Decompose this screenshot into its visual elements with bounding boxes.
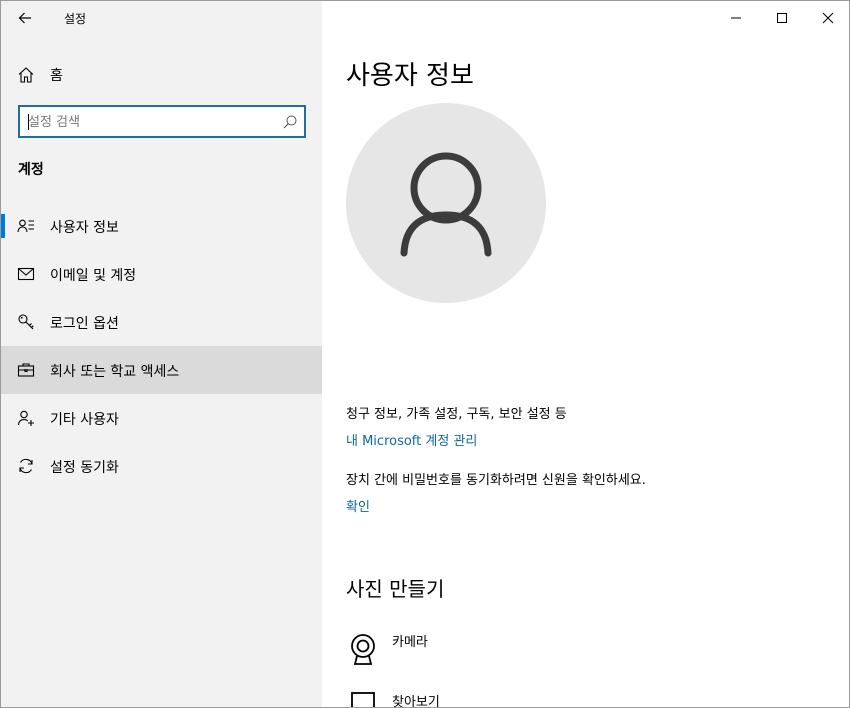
search-box[interactable]: [18, 105, 306, 138]
sidebar-item-label: 로그인 옵션: [50, 316, 119, 332]
camera-option[interactable]: 카메라: [346, 631, 646, 671]
text-caret: [28, 114, 29, 130]
sidebar-item-sign-in-options[interactable]: 로그인 옵션: [1, 298, 322, 346]
sidebar: 설정 홈 계정 사용자: [1, 1, 322, 707]
browse-label: 찾아보기: [392, 695, 440, 708]
titlebar-left: 설정: [1, 1, 322, 35]
sync-icon: [19, 458, 33, 474]
briefcase-icon: [17, 363, 35, 377]
camera-icon: [351, 634, 375, 665]
sidebar-item-user-info[interactable]: 사용자 정보: [1, 202, 322, 250]
minimize-button[interactable]: [713, 1, 759, 35]
sidebar-item-other-users[interactable]: 기타 사용자: [1, 394, 322, 442]
close-icon: [822, 12, 834, 24]
default-user-icon: [400, 152, 492, 257]
sidebar-item-label: 이메일 및 계정: [50, 268, 137, 284]
home-icon: [18, 67, 34, 83]
sidebar-item-work-school-access[interactable]: 회사 또는 학교 액세스: [1, 346, 322, 394]
app-title: 설정: [64, 12, 87, 26]
home-label: 홈: [50, 68, 63, 84]
create-photo-title: 사진 만들기: [346, 577, 445, 601]
window-controls: [713, 1, 849, 35]
home-link[interactable]: 홈: [1, 57, 322, 93]
browse-icon: [351, 692, 375, 707]
verify-link[interactable]: 확인: [346, 496, 370, 515]
sidebar-item-label: 회사 또는 학교 액세스: [50, 364, 180, 380]
section-title: 계정: [18, 162, 44, 178]
camera-label: 카메라: [392, 635, 428, 650]
selection-indicator: [1, 214, 5, 238]
browse-option[interactable]: 찾아보기: [346, 691, 646, 708]
close-button[interactable]: [805, 1, 849, 35]
billing-info-text: 청구 정보, 가족 설정, 구독, 보안 설정 등: [346, 407, 567, 422]
settings-window: 설정 홈 계정 사용자: [0, 0, 850, 708]
maximize-button[interactable]: [759, 1, 805, 35]
sidebar-item-label: 사용자 정보: [50, 220, 119, 236]
search-input[interactable]: [28, 112, 268, 132]
main-content: 사용자 정보 청구 정보, 가족 설정, 구독, 보안 설정 등 내 Micro…: [322, 1, 849, 708]
verify-identity-text: 장치 간에 비밀번호를 동기화하려면 신원을 확인하세요.: [346, 473, 646, 488]
search-icon[interactable]: [282, 114, 298, 130]
key-icon: [18, 314, 34, 330]
page-title: 사용자 정보: [346, 61, 474, 91]
sidebar-item-label: 기타 사용자: [50, 412, 119, 428]
sidebar-nav: 사용자 정보 이메일 및 계정 로그인 옵션 회사 또는 학교 액세스 기타 사…: [1, 202, 322, 490]
sidebar-item-sync-settings[interactable]: 설정 동기화: [1, 442, 322, 490]
mail-icon: [17, 267, 35, 281]
manage-account-link[interactable]: 내 Microsoft 계정 관리: [346, 430, 477, 449]
sidebar-item-email-accounts[interactable]: 이메일 및 계정: [1, 250, 322, 298]
back-arrow-icon: [18, 12, 31, 24]
maximize-icon: [777, 13, 787, 23]
user-info-icon: [17, 219, 34, 233]
sidebar-item-label: 설정 동기화: [50, 460, 119, 476]
minimize-icon: [731, 17, 741, 19]
back-button[interactable]: [9, 2, 41, 34]
avatar: [346, 103, 546, 303]
add-user-icon: [17, 410, 34, 426]
